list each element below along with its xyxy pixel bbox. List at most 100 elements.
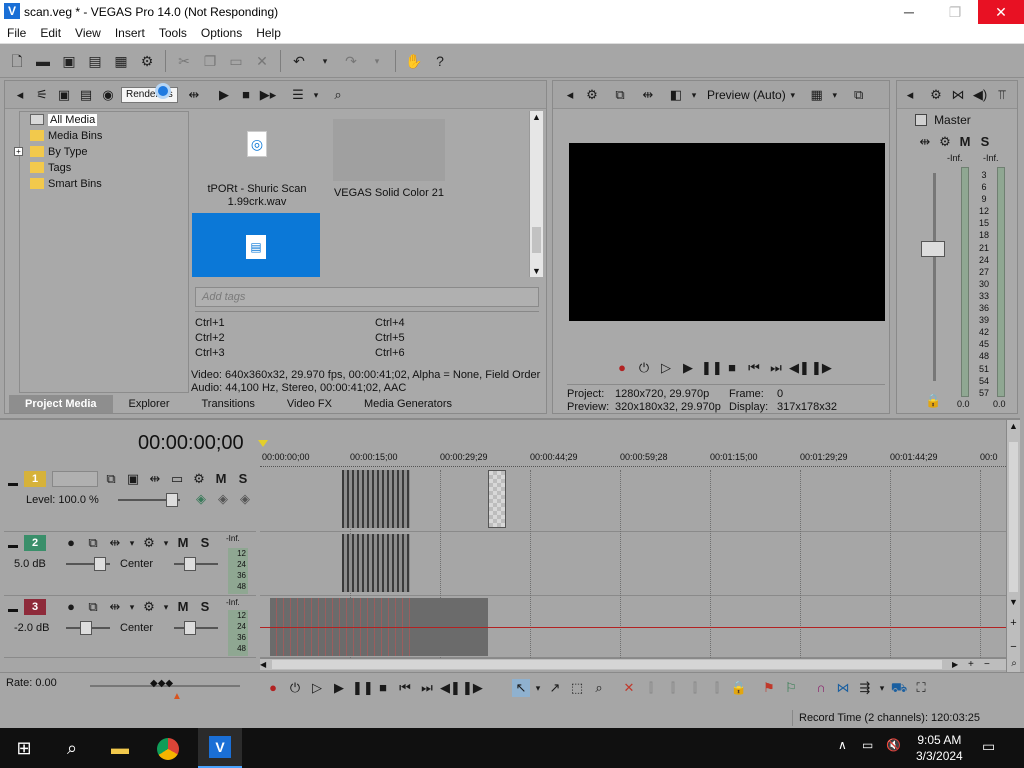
scroll-up-icon[interactable]: ▲ [1007, 420, 1020, 432]
capture-video-icon[interactable]: ▤ [77, 86, 95, 104]
fx-dropdown-icon[interactable]: ▾ [128, 598, 136, 616]
record-icon[interactable]: ● [613, 359, 631, 377]
level-slider-handle[interactable] [166, 493, 178, 507]
mute-button[interactable]: M [174, 598, 192, 616]
tree-item-media-bins[interactable]: Media Bins [20, 128, 188, 144]
composite-mode-icon[interactable]: ◈ [192, 490, 210, 508]
copy-snapshot-icon[interactable]: ⧉ [850, 86, 868, 104]
track-number[interactable]: 1 [24, 471, 46, 487]
mixer-properties-gear-icon[interactable]: ⚙ [927, 86, 945, 104]
master-checkbox-icon[interactable] [915, 114, 927, 126]
snapping-magnet-icon[interactable]: ∩ [812, 679, 830, 697]
gear-dropdown-icon[interactable]: ▾ [162, 534, 170, 552]
track-motion-icon[interactable]: ⧉ [84, 534, 102, 552]
stop-icon[interactable]: ■ [723, 359, 741, 377]
pause-icon[interactable]: ❚❚ [701, 359, 723, 377]
arm-record-icon[interactable]: ● [62, 598, 80, 616]
pan-slider-handle[interactable] [184, 557, 196, 571]
clock[interactable]: 9:05 AM 3/3/2024 [916, 732, 963, 764]
lock-envelopes-icon[interactable]: ⛟ [890, 679, 908, 697]
scroll-thumb[interactable] [532, 227, 541, 253]
track-number[interactable]: 2 [24, 535, 46, 551]
auto-crossfade-icon[interactable]: ⋈ [834, 679, 852, 697]
quality-dropdown-icon[interactable]: ▾ [788, 86, 798, 104]
go-to-end-icon[interactable]: ⏭ [418, 679, 436, 697]
tab-explorer[interactable]: Explorer [113, 395, 186, 413]
normal-edit-tool-icon[interactable]: ↖ [512, 679, 530, 697]
copy-icon[interactable]: ❐ [200, 51, 220, 71]
delete-icon[interactable]: ✕ [252, 51, 272, 71]
record-icon[interactable]: ● [264, 679, 282, 697]
search-icon[interactable]: ⌕ [56, 734, 88, 762]
network-icon[interactable]: ▭ [862, 738, 873, 752]
file-explorer-icon[interactable]: ▬ [104, 734, 136, 762]
views-icon[interactable]: ☰ [289, 86, 307, 104]
track-number[interactable]: 3 [24, 599, 46, 615]
panel-grip-icon[interactable]: ◂ [561, 86, 579, 104]
tab-video-fx[interactable]: Video FX [271, 395, 348, 413]
next-frame-icon[interactable]: ❚▶ [462, 679, 483, 697]
pan-slider-handle[interactable] [184, 621, 196, 635]
play-icon[interactable]: ▶ [215, 86, 233, 104]
loop-icon[interactable]: ⏻ [286, 679, 304, 697]
parent-composite-icon[interactable]: ◈ [214, 490, 232, 508]
zoom-edit-tool-icon[interactable]: ⌕ [590, 679, 608, 697]
downmix-icon[interactable]: ⋈ [949, 86, 967, 104]
lock-icon[interactable]: 🔒 [925, 393, 941, 409]
auto-preview-icon[interactable]: ▶▸ [259, 86, 277, 104]
import-media-icon[interactable]: ▣ [55, 86, 73, 104]
go-to-start-icon[interactable]: ⏮ [745, 359, 763, 377]
insert-marker-icon[interactable]: ⚑ [760, 679, 778, 697]
track-fx-gear-icon[interactable]: ⚙ [190, 470, 208, 488]
menu-file[interactable]: File [0, 24, 33, 43]
zoom-in-horizontal-icon[interactable]: + [968, 659, 974, 670]
master-fader-handle[interactable] [921, 241, 945, 257]
play-icon[interactable]: ▶ [679, 359, 697, 377]
timeline-horizontal-scrollbar[interactable]: ◀ ▶ + − [260, 658, 1006, 670]
get-media-from-web-icon[interactable]: ◉ [99, 86, 117, 104]
trim-start-icon[interactable]: ⫿ [664, 679, 682, 697]
trim-icon[interactable]: ⫿ [642, 679, 660, 697]
whats-this-help-icon[interactable]: ? [430, 51, 450, 71]
stop-icon[interactable]: ■ [374, 679, 392, 697]
track-name-field[interactable] [52, 471, 98, 487]
volume-envelope-line[interactable] [260, 627, 1006, 628]
menu-insert[interactable]: Insert [108, 24, 152, 43]
fx-dropdown-icon[interactable]: ▾ [128, 534, 136, 552]
arm-record-icon[interactable]: ● [62, 534, 80, 552]
tree-item-tags[interactable]: Tags [20, 160, 188, 176]
panel-grip-icon[interactable]: ◂ [901, 86, 919, 104]
master-insert-fx-icon[interactable]: ⇹ [916, 133, 934, 151]
video-clip-track2[interactable] [342, 534, 410, 592]
media-scrollbar[interactable]: ▲ ▼ [529, 111, 543, 277]
go-to-end-icon[interactable]: ⏭ [767, 359, 785, 377]
track-motion-icon[interactable]: ⧉ [102, 470, 120, 488]
split-view-icon[interactable]: ◧ [667, 86, 685, 104]
chrome-icon[interactable] [152, 734, 184, 762]
go-to-start-icon[interactable]: ⏮ [396, 679, 414, 697]
undo-dropdown-icon[interactable]: ▾ [315, 51, 335, 71]
minimize-track-icon[interactable]: ▬ [8, 478, 18, 489]
media-fx-icon[interactable]: ⇹ [185, 86, 203, 104]
previous-frame-icon[interactable]: ◀❚ [440, 679, 461, 697]
edit-tool-dropdown-icon[interactable]: ▾ [534, 679, 542, 697]
split-icon[interactable]: ⫿ [708, 679, 726, 697]
menu-tools[interactable]: Tools [152, 24, 194, 43]
master-solo-icon[interactable]: S [976, 133, 994, 151]
menu-options[interactable]: Options [194, 24, 249, 43]
trim-end-icon[interactable]: ⫿ [686, 679, 704, 697]
track-composite-icon[interactable]: ▣ [124, 470, 142, 488]
rate-slider-handle[interactable]: ◆◆◆ [150, 678, 173, 689]
selection-edit-tool-icon[interactable]: ⬚ [568, 679, 586, 697]
redo-dropdown-icon[interactable]: ▾ [367, 51, 387, 71]
track-fx-gear-icon[interactable]: ⚙ [140, 534, 158, 552]
menu-help[interactable]: Help [249, 24, 288, 43]
split-screen-icon[interactable]: ⇹ [639, 86, 657, 104]
scroll-right-icon[interactable]: ▶ [952, 659, 958, 670]
video-clip-track1[interactable] [342, 470, 410, 528]
stop-icon[interactable]: ■ [237, 86, 255, 104]
volume-muted-icon[interactable]: 🔇 [886, 738, 901, 752]
ignore-event-grouping-icon[interactable]: ⛶ [912, 679, 930, 697]
tree-item-smart-bins[interactable]: Smart Bins [20, 176, 188, 192]
zoom-out-icon[interactable]: − [1007, 640, 1020, 654]
